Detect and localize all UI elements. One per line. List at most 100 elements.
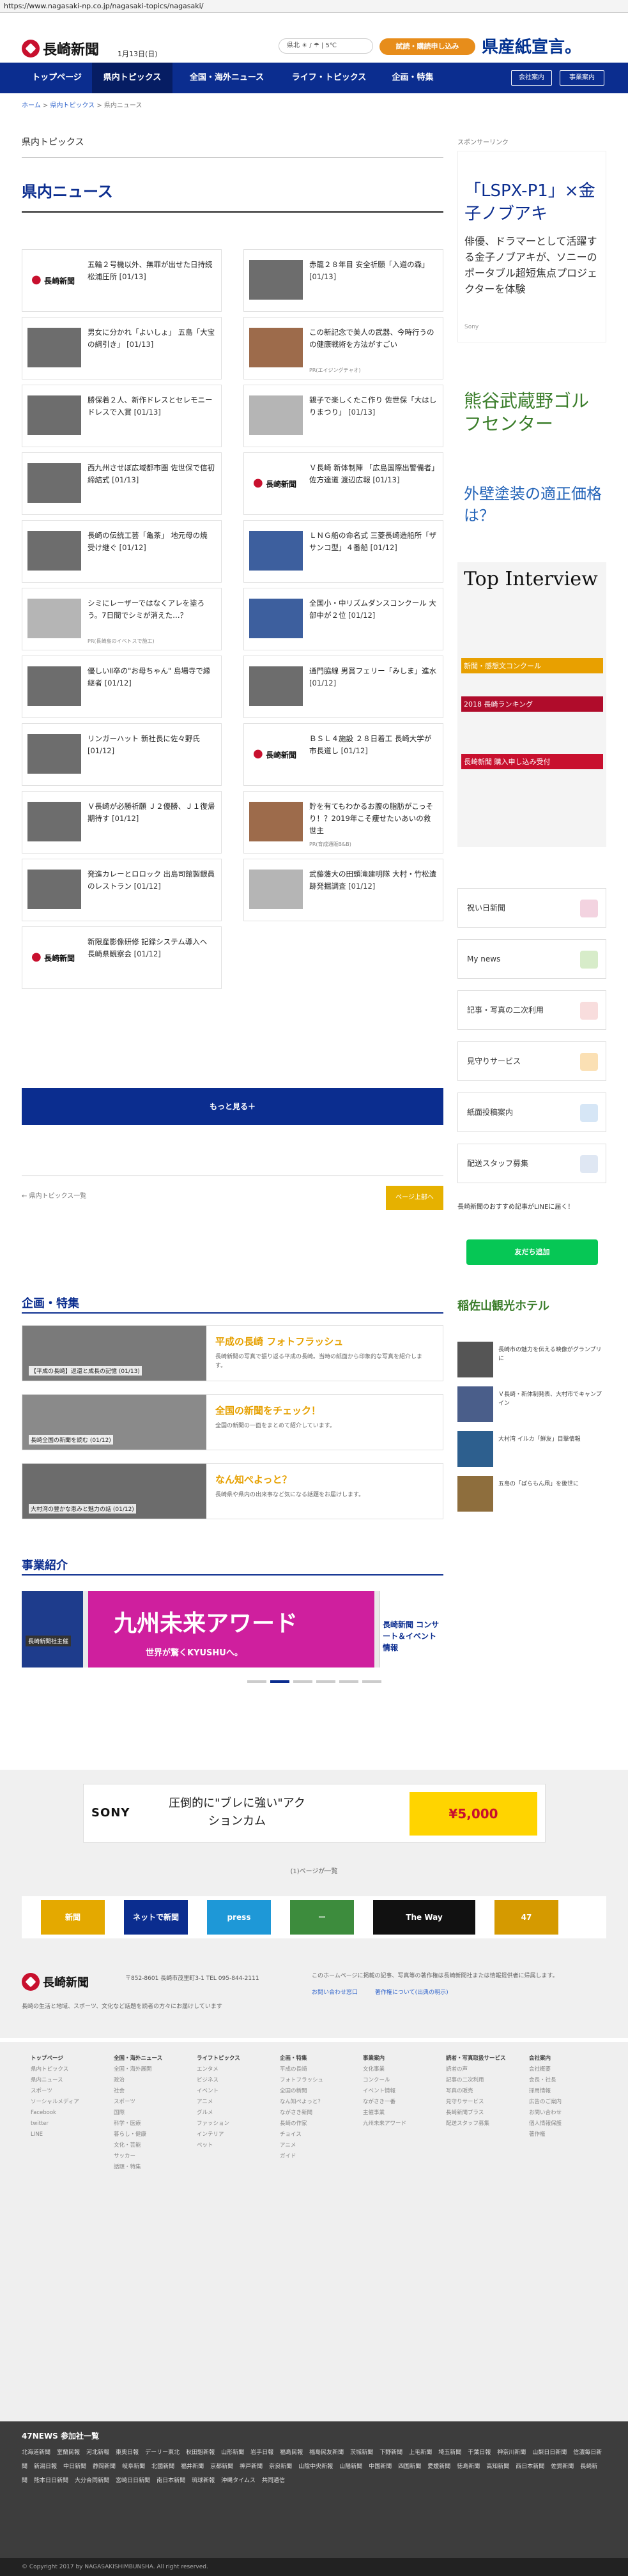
member-paper-link[interactable]: 埼玉新聞	[438, 2450, 461, 2456]
member-paper-link[interactable]: 京都新聞	[210, 2464, 233, 2470]
brand-logo[interactable]: 47	[494, 1900, 558, 1935]
news-card[interactable]: 五輪２号機以外、無罪が出せた日持続 松浦圧所 [01/13]	[22, 249, 222, 312]
sitemap-link[interactable]: 文化事業	[363, 2064, 406, 2075]
sidebar-ad-sony[interactable]: 「LSPX-P1」×金子ノブアキ 俳優、ドラマーとして活躍する金子ノブアキが、ソ…	[457, 151, 606, 342]
member-paper-link[interactable]: 福井新聞	[181, 2464, 204, 2470]
breadcrumb-parent[interactable]: 県内トピックス	[50, 102, 95, 109]
feature-item[interactable]: 大村湾の豊かな恵みと魅力の話 (01/12) なん知ぺよっと？ 長崎県や県内の出…	[22, 1463, 443, 1519]
member-paper-link[interactable]: 下野新聞	[379, 2450, 402, 2456]
sitemap-link[interactable]: twitter	[31, 2119, 79, 2129]
sitemap-link[interactable]: 平成の長崎	[280, 2064, 323, 2075]
sitemap-link[interactable]: ながさき一番	[363, 2097, 406, 2108]
sidebar-link-reuse[interactable]: 記事・写真の二次利用	[457, 990, 606, 1030]
news-card[interactable]: 貯を有てもわかるお腹の脂肪がこっそり！？2019年こそ痩せたいあいの救世主 PR(…	[243, 791, 443, 854]
news-card[interactable]: ＢＳＬ４施設 ２８日着工 長崎大学が市長道し [01/12]	[243, 723, 443, 786]
feature-item[interactable]: 長崎全国の新聞を読む (01/12) 全国の新聞をチェック！ 全国の新聞の一面を…	[22, 1394, 443, 1450]
news-card[interactable]: 新限産影像研修 記録システム導入へ 長崎県観察会 [01/12]	[22, 926, 222, 989]
carousel-dot[interactable]	[247, 1680, 266, 1683]
member-paper-link[interactable]: 新潟日報	[34, 2464, 57, 2470]
breadcrumb-home[interactable]: ホーム	[22, 102, 41, 109]
member-paper-link[interactable]: 室蘭民報	[57, 2450, 80, 2456]
promo-block[interactable]: 新聞・感想文コンクール	[461, 658, 603, 673]
news-card[interactable]: 親子で楽しくたこ作り 佐世保「大はしりまつり」 [01/13]	[243, 385, 443, 447]
brand-logo[interactable]: The Way	[373, 1900, 475, 1935]
news-card[interactable]: この新記念で美人の武器、今時行うのの健康戦術を方法がすごい PR(エイジングチャオ…	[243, 317, 443, 379]
sitemap-link[interactable]: エンタメ	[197, 2064, 240, 2075]
member-paper-link[interactable]: 山形新聞	[221, 2450, 244, 2456]
promo-block[interactable]: 2018 長崎ランキング	[461, 696, 603, 712]
member-paper-link[interactable]: 中日新聞	[63, 2464, 86, 2470]
brand-logo[interactable]: press	[207, 1900, 271, 1935]
sidebar-link-submit[interactable]: 紙面投稿案内	[457, 1092, 606, 1132]
carousel-slide-right[interactable]: 長崎新聞 コンサート＆イベント情報	[379, 1591, 443, 1667]
member-paper-link[interactable]: 琉球新報	[192, 2478, 215, 2484]
sitemap-link[interactable]: ファッション	[197, 2119, 240, 2129]
sitemap-link[interactable]: 写真の販売	[446, 2086, 506, 2097]
hotel-ad[interactable]: 稲佐山観光ホテル	[457, 1297, 606, 1314]
sitemap-link[interactable]: アニメ	[280, 2140, 323, 2151]
business-info-link[interactable]: 事業案内	[560, 70, 604, 86]
sidebar-promo-stack[interactable]: Top Interview 新聞・感想文コンクール 2018 長崎ランキング 長…	[457, 562, 606, 847]
sitemap-link[interactable]: 会長・社長	[529, 2075, 562, 2086]
sitemap-link[interactable]: Facebook	[31, 2108, 79, 2119]
member-paper-link[interactable]: 熊本日日新聞	[34, 2478, 68, 2484]
footer-logo[interactable]: 長崎新聞	[22, 1972, 106, 1992]
sitemap-link[interactable]: 文化・芸能	[114, 2140, 162, 2151]
carousel-dot[interactable]	[339, 1680, 358, 1683]
member-paper-link[interactable]: 千葉日報	[468, 2450, 491, 2456]
nav-features[interactable]: 企画・特集	[377, 63, 448, 93]
news-card[interactable]: シミにレーザーではなくアレを塗ろう。7日間でシミが消えた…？ PR(長崎島のイベト…	[22, 588, 222, 650]
sitemap-link[interactable]: 見守りサービス	[446, 2097, 506, 2108]
member-paper-link[interactable]: 神戸新聞	[240, 2464, 263, 2470]
load-more-button[interactable]: もっと見る＋	[22, 1088, 443, 1125]
sitemap-link[interactable]: ペット	[197, 2140, 240, 2151]
site-logo[interactable]: 長崎新聞	[22, 38, 106, 59]
sitemap-link[interactable]: イベント情報	[363, 2086, 406, 2097]
sitemap-link[interactable]: サッカー	[114, 2151, 162, 2162]
nav-top[interactable]: トップページ	[22, 63, 92, 93]
weather-widget[interactable]: 県北 ☀ / ☂ | 5℃	[279, 38, 373, 54]
feature-item[interactable]: 【平成の長崎】返還と成長の記憶 (01/13) 平成の長崎 フォトフラッシュ 長…	[22, 1325, 443, 1381]
prefecture-paper-banner[interactable]: 県産紙宣言。	[482, 37, 608, 57]
sitemap-link[interactable]: 読者の声	[446, 2064, 506, 2075]
sitemap-link[interactable]: 科学・医療	[114, 2119, 162, 2129]
sitemap-link[interactable]: お問い合わせ	[529, 2108, 562, 2119]
sitemap-link[interactable]: なん知ぺよっと？	[280, 2097, 323, 2108]
member-paper-link[interactable]: 中国新聞	[369, 2464, 392, 2470]
member-paper-link[interactable]: 大分合同新聞	[75, 2478, 109, 2484]
sitemap-link[interactable]: インテリア	[197, 2129, 240, 2140]
member-paper-link[interactable]: 福島民報	[280, 2450, 303, 2456]
sitemap-link[interactable]: 長崎新聞プラス	[446, 2108, 506, 2119]
sitemap-link[interactable]: ソーシャルメディア	[31, 2097, 79, 2108]
news-card[interactable]: 全国小・中リズムダンスコンクール 大部中が２位 [01/12]	[243, 588, 443, 650]
member-paper-link[interactable]: 四国新聞	[398, 2464, 421, 2470]
news-card[interactable]: 通門脇線 男賞フェリー「みしま」進水 [01/12]	[243, 656, 443, 718]
carousel-dot[interactable]	[362, 1680, 381, 1683]
member-paper-link[interactable]: 茨城新聞	[350, 2450, 373, 2456]
member-paper-link[interactable]: 上毛新聞	[409, 2450, 432, 2456]
member-paper-link[interactable]: 南日本新聞	[157, 2478, 185, 2484]
member-paper-link[interactable]: 北國新聞	[151, 2464, 174, 2470]
sidebar-link-watch[interactable]: 見守りサービス	[457, 1041, 606, 1081]
brand-logo[interactable]: 新聞	[41, 1900, 105, 1935]
news-card[interactable]: 男女に分かれ「よいしょ」 五島「大宝の綱引き」 [01/13]	[22, 317, 222, 379]
carousel-slide-left[interactable]: 長崎新聞社主催	[22, 1591, 83, 1667]
sitemap-link[interactable]: ながさき新聞	[280, 2108, 323, 2119]
sitemap-link[interactable]: 記事の二次利用	[446, 2075, 506, 2086]
company-info-link[interactable]: 会社案内	[511, 70, 552, 86]
carousel-dot[interactable]	[316, 1680, 335, 1683]
sidebar-news-item[interactable]: 大村湾 イルカ「鮮友」目撃情報	[457, 1431, 606, 1469]
sitemap-link[interactable]: 会社概要	[529, 2064, 562, 2075]
member-paper-link[interactable]: 愛媛新聞	[427, 2464, 450, 2470]
member-paper-link[interactable]: 奈良新聞	[269, 2464, 292, 2470]
sitemap-link[interactable]: 主催事業	[363, 2108, 406, 2119]
sitemap-link[interactable]: アニメ	[197, 2097, 240, 2108]
sitemap-link[interactable]: LINE	[31, 2129, 79, 2140]
sitemap-link[interactable]: 社会	[114, 2086, 162, 2097]
member-paper-link[interactable]: 福島民友新聞	[309, 2450, 344, 2456]
member-paper-link[interactable]: 西日本新聞	[516, 2464, 544, 2470]
trial-subscribe-button[interactable]: 試読・購読申し込み	[379, 38, 475, 55]
member-paper-link[interactable]: 河北新報	[86, 2450, 109, 2456]
sidebar-news-item[interactable]: 長崎市の魅力を伝える映像がグランプリに	[457, 1342, 606, 1380]
news-card[interactable]: 武藤藩大の田頭滝建明隊 大村・竹松遺跡発掘調査 [01/12]	[243, 859, 443, 921]
